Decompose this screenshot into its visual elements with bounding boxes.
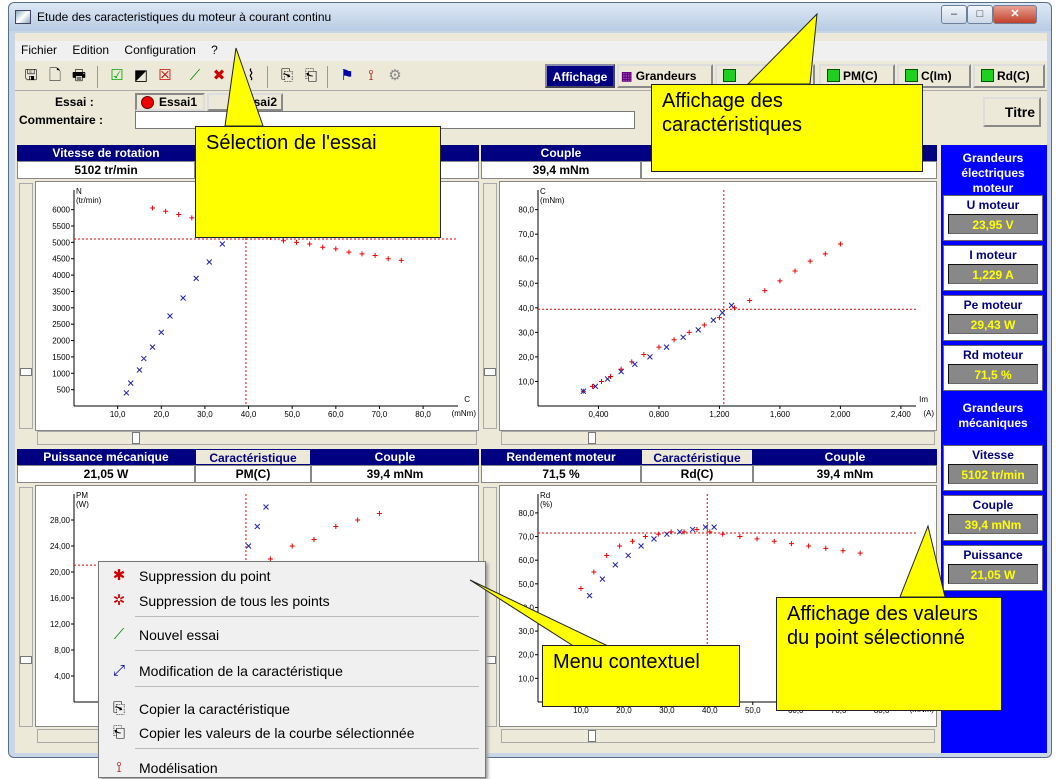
callout-affichage: Affichage des caractéristiques [651,84,923,172]
callout-essai: Sélection de l'essai [195,126,441,238]
callout-menu: Menu contextuel [542,645,740,707]
callout-valeurs: Affichage des valeurs du point sélection… [776,597,1002,711]
